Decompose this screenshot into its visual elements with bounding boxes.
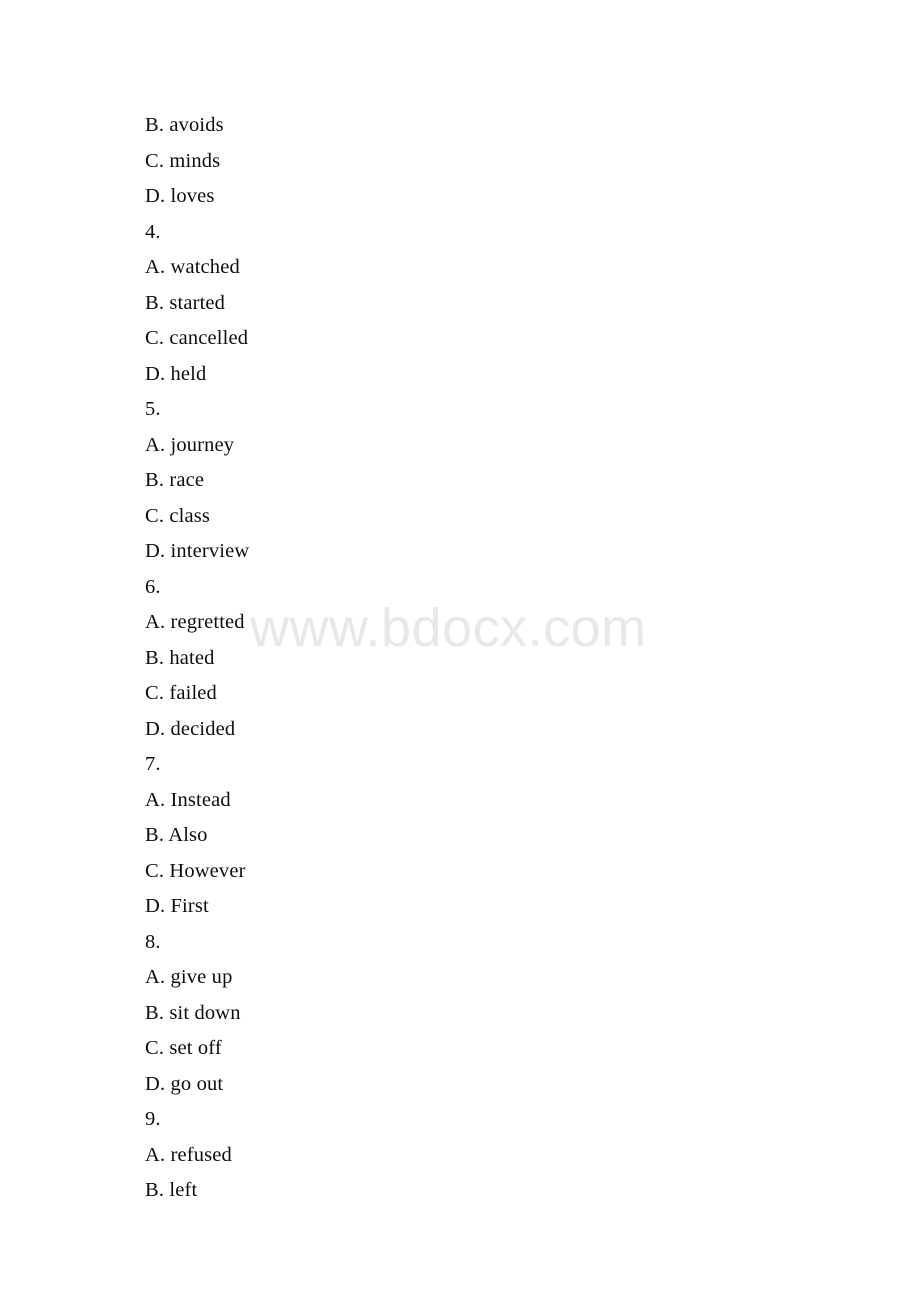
question-number-line: 9. — [145, 1108, 161, 1130]
answer-option-line: B. started — [145, 291, 226, 314]
answer-option-line: A. journey — [145, 433, 235, 456]
answer-option-line: A. give up — [145, 966, 233, 988]
answer-option-line: C. failed — [145, 682, 217, 704]
answer-option-line: B. avoids — [145, 114, 224, 136]
answer-option-line: A. Instead — [145, 788, 231, 811]
question-number-line: 7. — [145, 753, 161, 775]
answer-option-line: D. held — [145, 362, 207, 385]
question-number-line: 8. — [145, 930, 161, 953]
answer-option-line: A. refused — [145, 1143, 232, 1166]
question-number-line: 4. — [145, 220, 161, 243]
answer-option-line: C. cancelled — [145, 327, 249, 349]
answer-option-line: B. left — [145, 1179, 198, 1201]
answer-option-line: A. regretted — [145, 611, 245, 633]
answer-option-line: C. class — [145, 504, 210, 527]
answer-option-line: C. set off — [145, 1037, 222, 1059]
answer-option-line: D. decided — [145, 717, 236, 740]
answer-option-line: D. First — [145, 895, 209, 917]
question-number-line: 6. — [145, 575, 161, 598]
answer-option-line: A. watched — [145, 256, 240, 278]
answer-option-line: C. However — [145, 859, 246, 882]
answer-option-line: B. hated — [145, 646, 215, 669]
answer-option-line: B. sit down — [145, 1001, 241, 1024]
answer-option-line: B. Also — [145, 824, 208, 846]
question-number-line: 5. — [145, 398, 161, 420]
answer-option-line: C. minds — [145, 149, 221, 172]
answer-option-line: B. race — [145, 469, 205, 491]
answer-option-line: D. go out — [145, 1072, 224, 1095]
answer-option-line: D. interview — [145, 540, 250, 562]
document-text-body: B. avoids C. minds D. loves 4. A. watched B. … — [0, 0, 920, 1209]
answer-option-line: D. loves — [145, 185, 215, 207]
document-page: www.bdocx.com B. avoids C. minds D. loves 4… — [0, 0, 920, 1302]
